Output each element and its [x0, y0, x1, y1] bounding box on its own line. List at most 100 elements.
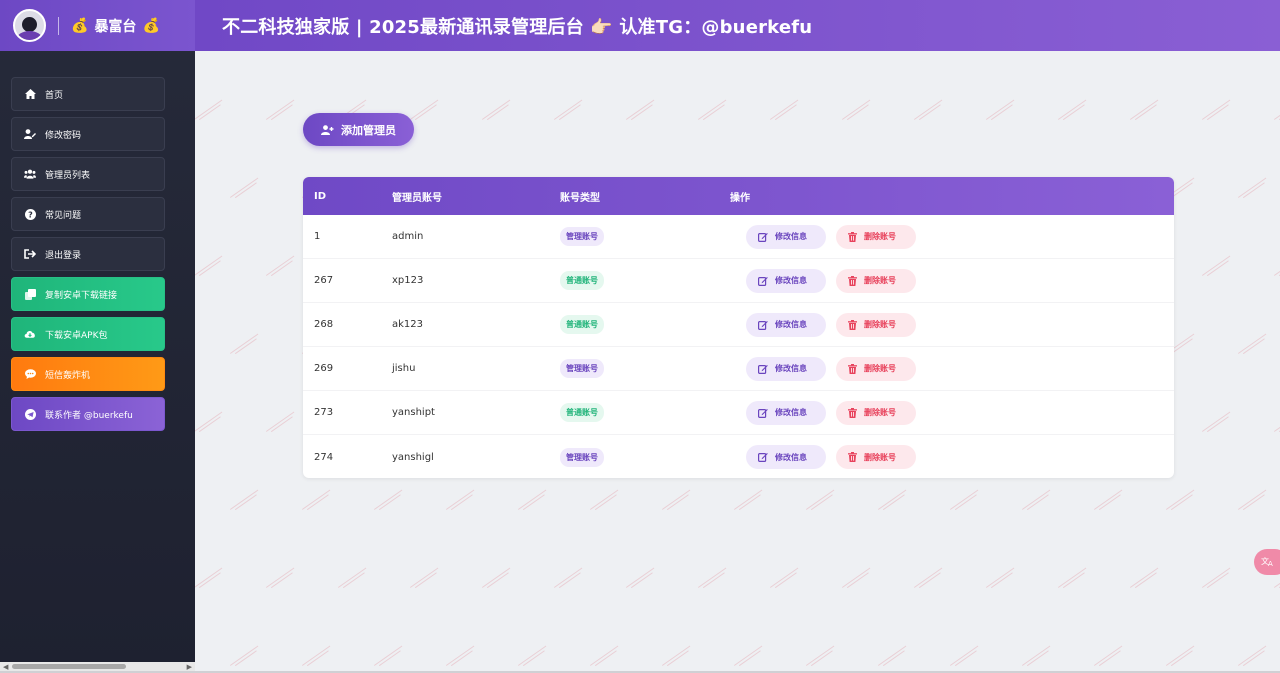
cell-account: xp123: [392, 275, 424, 286]
sidebar-item-label: 常见问题: [45, 210, 82, 221]
edit-icon: [758, 276, 768, 286]
home-icon: [24, 88, 36, 100]
edit-info-button[interactable]: 修改信息: [746, 445, 826, 469]
watermark-mark: [1273, 411, 1280, 435]
sidebar-item-change-password[interactable]: 修改密码: [11, 117, 165, 151]
delete-account-button[interactable]: 删除账号: [836, 268, 916, 293]
watermark-mark: [409, 99, 440, 123]
sidebar: 💰 暴富台 💰 首页 修改密码 管理员列表 ? 常见问题 退出登录 复制安卓下载…: [0, 0, 195, 673]
question-icon: ?: [24, 208, 36, 220]
watermark-mark: [481, 99, 512, 123]
watermark-mark: [985, 567, 1016, 591]
watermark-mark: [697, 99, 728, 123]
edit-info-label: 修改信息: [775, 408, 807, 417]
watermark-mark: [805, 645, 836, 669]
table-body: 1 admin 管理账号 修改信息 删除账号 267 xp123 普通账号 修改信息 删除账号 26…: [303, 215, 1174, 478]
edit-info-button[interactable]: 修改信息: [746, 224, 826, 249]
sidebar-item-logout[interactable]: 退出登录: [11, 237, 165, 271]
table-row: 273 yanshipt 普通账号 修改信息 删除账号: [303, 391, 1174, 435]
sidebar-item-label: 管理员列表: [45, 170, 91, 181]
sidebar-item-label: 复制安卓下载链接: [45, 290, 118, 301]
watermark-mark: [409, 567, 440, 591]
watermark-mark: [1237, 177, 1268, 201]
delete-account-button[interactable]: 删除账号: [836, 445, 916, 469]
watermark-mark: [769, 567, 800, 591]
delete-account-label: 删除账号: [864, 320, 896, 329]
watermark-mark: [301, 489, 332, 513]
watermark-mark: [445, 645, 476, 669]
watermark-mark: [1273, 99, 1280, 123]
delete-account-button[interactable]: 删除账号: [836, 312, 916, 337]
watermark-mark: [265, 99, 296, 123]
cell-actions: 修改信息 删除账号: [730, 400, 1174, 425]
top-header: 不二科技独家版 | 2025最新通讯录管理后台 👉🏻 认准TG：@buerkef…: [195, 0, 1280, 51]
watermark-mark: [841, 99, 872, 123]
cell-id: 269: [314, 363, 334, 374]
watermark-mark: [985, 99, 1016, 123]
watermark-mark: [913, 567, 944, 591]
avatar[interactable]: [13, 9, 46, 42]
watermark-mark: [1057, 567, 1088, 591]
scrollbar-thumb[interactable]: [12, 664, 126, 669]
add-admin-label: 添加管理员: [341, 124, 396, 137]
table-row: 267 xp123 普通账号 修改信息 删除账号: [303, 259, 1174, 303]
delete-account-button[interactable]: 删除账号: [836, 356, 916, 381]
watermark-mark: [265, 255, 296, 279]
delete-account-button[interactable]: 删除账号: [836, 224, 916, 249]
sidebar-item-admin-list[interactable]: 管理员列表: [11, 157, 165, 191]
cell-account: jishu: [392, 363, 416, 374]
account-type-badge: 管理账号: [560, 227, 604, 246]
horizontal-scrollbar[interactable]: ◀ ▶: [0, 662, 195, 671]
account-type-badge: 普通账号: [560, 271, 604, 290]
delete-account-label: 删除账号: [864, 232, 896, 241]
main-content: 添加管理员 ID 管理员账号 账号类型 操作 1 admin 管理账号 修改信息 删除账…: [195, 51, 1280, 671]
sidebar-item-download-apk[interactable]: 下载安卓APK包: [11, 317, 165, 351]
watermark-mark: [195, 567, 224, 591]
sidebar-item-faq[interactable]: ? 常见问题: [11, 197, 165, 231]
watermark-mark: [661, 489, 692, 513]
edit-icon: [758, 408, 768, 418]
watermark-mark: [1021, 645, 1052, 669]
edit-icon: [758, 364, 768, 374]
watermark-mark: [1201, 567, 1232, 591]
cell-actions: 修改信息 删除账号: [730, 356, 1174, 381]
watermark-mark: [373, 645, 404, 669]
watermark-mark: [1129, 99, 1160, 123]
watermark-mark: [265, 411, 296, 435]
scroll-right-icon[interactable]: ▶: [187, 663, 192, 671]
cell-id: 273: [314, 407, 334, 418]
edit-info-button[interactable]: 修改信息: [746, 400, 826, 425]
sidebar-item-sms-bomber[interactable]: 短信轰炸机: [11, 357, 165, 391]
scroll-left-icon[interactable]: ◀: [3, 663, 8, 671]
cell-actions: 修改信息 删除账号: [730, 445, 1174, 469]
watermark-mark: [517, 645, 548, 669]
sidebar-item-label: 短信轰炸机: [45, 370, 91, 381]
watermark-mark: [1165, 489, 1196, 513]
sidebar-item-label: 首页: [45, 90, 64, 101]
sidebar-item-contact-author[interactable]: 联系作者 @buerkefu: [11, 397, 165, 431]
watermark-mark: [1201, 99, 1232, 123]
watermark-mark: [195, 99, 224, 123]
delete-account-button[interactable]: 删除账号: [836, 400, 916, 425]
cell-account: yanshipt: [392, 407, 435, 418]
sidebar-item-label: 修改密码: [45, 130, 82, 141]
edit-info-label: 修改信息: [775, 232, 807, 241]
money-bag-icon: 💰: [71, 17, 89, 34]
watermark-mark: [733, 489, 764, 513]
watermark-mark: [877, 645, 908, 669]
watermark-mark: [913, 99, 944, 123]
watermark-mark: [1273, 255, 1280, 279]
trash-icon: [848, 275, 857, 286]
translate-float-button[interactable]: 文A: [1254, 549, 1280, 575]
watermark-mark: [877, 489, 908, 513]
sidebar-item-copy-android-link[interactable]: 复制安卓下载链接: [11, 277, 165, 311]
edit-info-button[interactable]: 修改信息: [746, 356, 826, 381]
edit-info-button[interactable]: 修改信息: [746, 268, 826, 293]
edit-info-label: 修改信息: [775, 276, 807, 285]
cell-account: ak123: [392, 319, 424, 330]
sidebar-item-home[interactable]: 首页: [11, 77, 165, 111]
cell-id: 267: [314, 275, 334, 286]
edit-info-button[interactable]: 修改信息: [746, 312, 826, 337]
add-admin-button[interactable]: 添加管理员: [303, 113, 414, 146]
watermark-mark: [949, 645, 980, 669]
